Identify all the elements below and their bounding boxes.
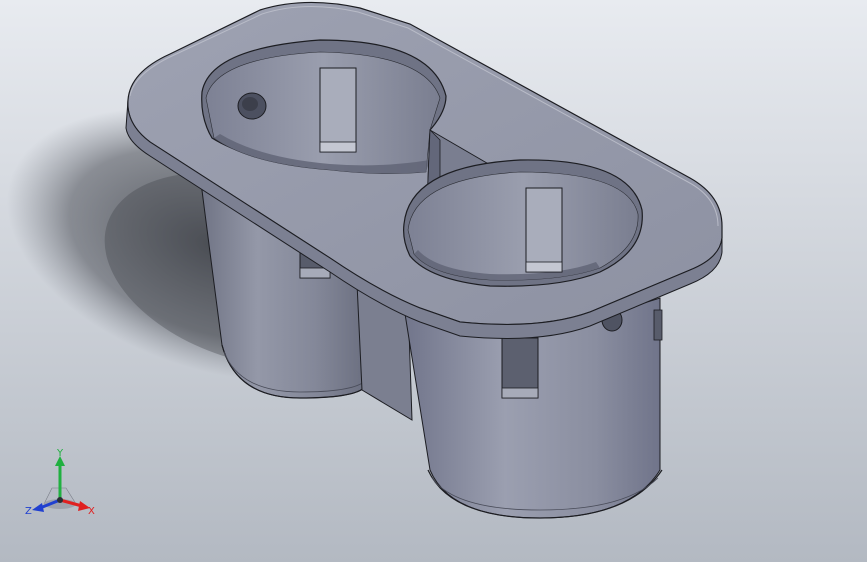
y-axis-label: Y <box>56 448 64 459</box>
z-axis-label: Z <box>25 506 32 517</box>
x-axis-label: X <box>88 506 95 517</box>
z-axis-arrow <box>32 503 44 512</box>
model-scene[interactable] <box>0 0 867 562</box>
left-inner-slot <box>319 67 357 153</box>
right-inner-slot <box>525 187 563 273</box>
graphics-viewport[interactable]: Y X Z <box>0 0 867 562</box>
coordinate-triad[interactable]: Y X Z <box>20 448 102 524</box>
